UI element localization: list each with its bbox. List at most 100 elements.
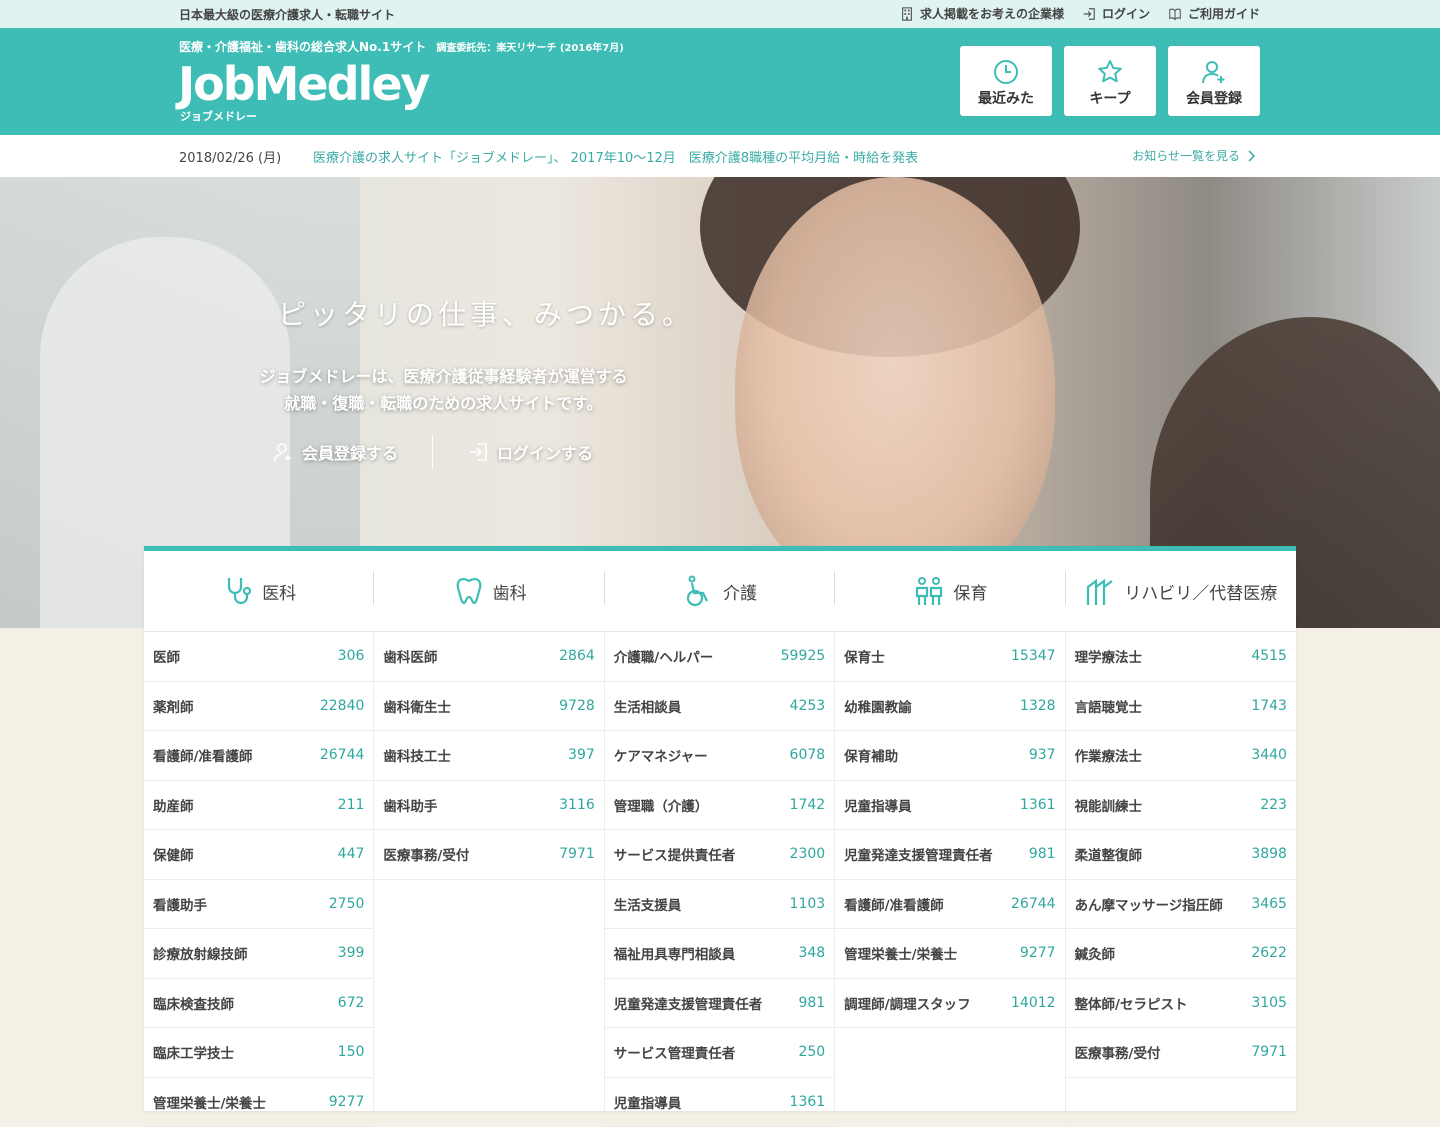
job-row[interactable]: 整体師/セラピスト3105 bbox=[1066, 979, 1296, 1029]
job-row[interactable]: 児童指導員1361 bbox=[835, 781, 1064, 831]
login-label: ログイン bbox=[1102, 5, 1150, 22]
job-row[interactable]: 鍼灸師2622 bbox=[1066, 929, 1296, 979]
guide-link[interactable]: ご利用ガイド bbox=[1168, 5, 1260, 22]
hero-register-label: 会員登録する bbox=[302, 440, 398, 464]
for-employers-link[interactable]: 求人掲載をお考えの企業様 bbox=[900, 5, 1064, 22]
job-count: 7971 bbox=[559, 846, 595, 862]
news-more-link[interactable]: お知らせ一覧を見る bbox=[1132, 147, 1256, 164]
job-name: あん摩マッサージ指圧師 bbox=[1075, 894, 1223, 914]
hero-login-link[interactable]: ログインする bbox=[467, 440, 593, 464]
job-row[interactable]: 言語聴覚士1743 bbox=[1066, 682, 1296, 732]
job-name: 歯科助手 bbox=[383, 795, 437, 815]
job-row[interactable]: 生活相談員4253 bbox=[605, 682, 834, 732]
job-row[interactable]: 管理栄養士/栄養士9277 bbox=[144, 1078, 373, 1127]
job-name: 管理栄養士/栄養士 bbox=[844, 943, 957, 963]
job-name: 視能訓練士 bbox=[1075, 795, 1143, 815]
job-count: 981 bbox=[798, 995, 825, 1011]
job-column: 介護職/ヘルパー59925生活相談員4253 ケアマネジャー 6078 管理職（介護）… bbox=[605, 632, 835, 1127]
job-row[interactable]: 管理職（介護）1742 bbox=[605, 781, 834, 831]
job-count: 14012 bbox=[1011, 995, 1056, 1011]
job-row[interactable]: 医療事務/受付 7971 bbox=[374, 830, 603, 880]
job-name: 福祉用具専門相談員 bbox=[614, 943, 736, 963]
job-count: 348 bbox=[798, 945, 825, 961]
job-row[interactable]: 診療放射線技師399 bbox=[144, 929, 373, 979]
book-icon bbox=[1168, 7, 1182, 21]
job-row[interactable]: 臨床検査技師672 bbox=[144, 979, 373, 1029]
tab-medical[interactable]: 医科 bbox=[144, 551, 374, 631]
keep-button[interactable]: キープ bbox=[1064, 46, 1156, 116]
job-row[interactable]: サービス提供責任者2300 bbox=[605, 830, 834, 880]
logo-kana: ジョブメドレー bbox=[180, 108, 257, 124]
header-buttons: 最近みた キープ 会員登録 bbox=[960, 46, 1260, 116]
job-row[interactable]: 臨床工学技士150 bbox=[144, 1028, 373, 1078]
job-column: 理学療法士4515言語聴覚士1743作業療法士3440視能訓練士223柔道整復師… bbox=[1066, 632, 1296, 1127]
tab-childcare[interactable]: 保育 bbox=[835, 551, 1065, 631]
job-count: 2864 bbox=[559, 648, 595, 664]
hero-desc-line1: ジョブメドレーは、医療介護従事経験者が運営する bbox=[236, 363, 651, 390]
job-row[interactable]: 歯科技工士397 bbox=[374, 731, 603, 781]
job-row[interactable]: 柔道整復師3898 bbox=[1066, 830, 1296, 880]
job-count: 2750 bbox=[329, 896, 365, 912]
news-headline-link[interactable]: 医療介護の求人サイト「ジョブメドレー」、 2017年10〜12月 医療介護8職種… bbox=[313, 147, 918, 166]
survey-note: 調査委託先：楽天リサーチ (2016年7月) bbox=[436, 43, 623, 54]
job-count: 397 bbox=[568, 747, 595, 763]
news-date: 2018/02/26 (月) bbox=[179, 147, 281, 166]
job-row[interactable]: 福祉用具専門相談員 348 bbox=[605, 929, 834, 979]
user-add-icon bbox=[272, 441, 294, 463]
job-name: 保育補助 bbox=[844, 745, 898, 765]
job-row[interactable]: 保健師447 bbox=[144, 830, 373, 880]
job-row[interactable]: 助産師211 bbox=[144, 781, 373, 831]
job-row[interactable]: 医師306 bbox=[144, 632, 373, 682]
job-row[interactable]: 看護師/准看護師26744 bbox=[835, 880, 1064, 930]
hero-actions: 会員登録する ログインする bbox=[272, 435, 593, 469]
tab-rehab[interactable]: リハビリ／代替医療 bbox=[1066, 551, 1296, 631]
job-row[interactable]: 調理師/調理スタッフ 14012 bbox=[835, 979, 1064, 1029]
login-icon bbox=[1082, 7, 1096, 21]
job-count: 26744 bbox=[320, 747, 365, 763]
login-icon bbox=[467, 441, 489, 463]
job-row[interactable]: 歯科衛生士9728 bbox=[374, 682, 603, 732]
tab-dental[interactable]: 歯科 bbox=[374, 551, 604, 631]
job-count: 6078 bbox=[790, 747, 826, 763]
job-row[interactable]: 歯科医師2864 bbox=[374, 632, 603, 682]
job-row[interactable]: 視能訓練士223 bbox=[1066, 781, 1296, 831]
tab-dental-label: 歯科 bbox=[493, 579, 527, 604]
for-employers-label: 求人掲載をお考えの企業様 bbox=[920, 5, 1064, 22]
job-row[interactable]: 幼稚園教諭1328 bbox=[835, 682, 1064, 732]
jobmedley-logo[interactable]: JobMedley ジョブメドレー bbox=[178, 56, 429, 112]
job-row[interactable]: 薬剤師22840 bbox=[144, 682, 373, 732]
job-row[interactable]: 児童発達支援管理責任者981 bbox=[605, 979, 834, 1029]
job-row[interactable]: 医療事務/受付7971 bbox=[1066, 1028, 1296, 1078]
job-row[interactable]: 児童指導員1361 bbox=[605, 1078, 834, 1127]
job-row[interactable]: ケアマネジャー 6078 bbox=[605, 731, 834, 781]
job-row[interactable]: あん摩マッサージ指圧師3465 bbox=[1066, 880, 1296, 930]
job-count: 399 bbox=[338, 945, 365, 961]
hero-register-link[interactable]: 会員登録する bbox=[272, 440, 398, 464]
job-row[interactable]: 看護師/准看護師26744 bbox=[144, 731, 373, 781]
login-link[interactable]: ログイン bbox=[1082, 5, 1150, 22]
job-row[interactable]: 看護助手2750 bbox=[144, 880, 373, 930]
tab-care[interactable]: 介護 bbox=[605, 551, 835, 631]
job-row[interactable]: 管理栄養士/栄養士9277 bbox=[835, 929, 1064, 979]
job-name: ケアマネジャー bbox=[614, 745, 708, 765]
job-row[interactable]: 生活支援員1103 bbox=[605, 880, 834, 930]
rehab-icon bbox=[1084, 575, 1116, 607]
job-row[interactable]: サービス管理責任者250 bbox=[605, 1028, 834, 1078]
job-row[interactable]: 歯科助手3116 bbox=[374, 781, 603, 831]
job-name: 調理師/調理スタッフ bbox=[844, 993, 970, 1013]
job-name: 薬剤師 bbox=[153, 696, 194, 716]
job-row[interactable]: 児童発達支援管理責任者981 bbox=[835, 830, 1064, 880]
hero-login-label: ログインする bbox=[497, 440, 593, 464]
job-row[interactable]: 作業療法士3440 bbox=[1066, 731, 1296, 781]
register-button[interactable]: 会員登録 bbox=[1168, 46, 1260, 116]
recently-viewed-button[interactable]: 最近みた bbox=[960, 46, 1052, 116]
job-row[interactable]: 介護職/ヘルパー59925 bbox=[605, 632, 834, 682]
job-name: 医療事務/受付 bbox=[1075, 1042, 1161, 1062]
job-name: 医療事務/受付 bbox=[383, 844, 469, 864]
wheelchair-icon bbox=[683, 575, 715, 607]
job-row[interactable]: 理学療法士4515 bbox=[1066, 632, 1296, 682]
job-row[interactable]: 保育士15347 bbox=[835, 632, 1064, 682]
job-row[interactable]: 保育補助937 bbox=[835, 731, 1064, 781]
job-name: 作業療法士 bbox=[1075, 745, 1143, 765]
job-name: 児童発達支援管理責任者 bbox=[844, 844, 993, 864]
